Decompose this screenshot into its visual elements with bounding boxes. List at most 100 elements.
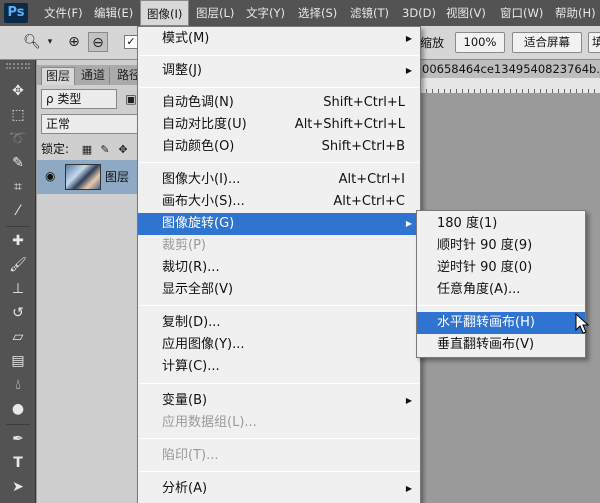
menu-item-apply-image[interactable]: 应用图像(Y)... [138,334,420,356]
menu-item-auto-color[interactable]: 自动颜色(O) Shift+Ctrl+B [138,136,420,158]
crop-icon[interactable]: ⌗ [7,176,29,198]
zoom-100-button[interactable]: 100% [455,32,505,53]
chevron-down-icon[interactable]: ▾ [40,32,60,52]
zoom-in-icon[interactable]: ⊕ [64,32,84,52]
path-select-icon[interactable]: ➤ [7,476,29,498]
marquee-icon[interactable]: ⬚ [7,104,29,126]
menu-view[interactable]: 视图(V) [446,0,486,26]
blend-mode-select[interactable]: 正常 [41,114,143,134]
menu-layer[interactable]: 图层(L) [196,0,234,26]
dodge-icon[interactable]: ● [7,398,29,420]
search-icon[interactable]: 🔍︎ [22,32,42,52]
menu-select[interactable]: 选择(S) [298,0,337,26]
lock-paint-icon[interactable]: ✎ [95,140,115,160]
menu-item-reveal-all[interactable]: 显示全部(V) [138,279,420,301]
toolbar-grip[interactable] [6,63,30,69]
menu-separator [139,438,419,439]
blur-icon[interactable]: 💧︎ [7,374,29,396]
menu-image[interactable]: 图像(I) [140,0,190,26]
menu-item-label: 分析(A) [162,481,208,496]
brush-icon[interactable]: 🖌︎ [7,254,29,276]
menu-item-trap[interactable]: 陷印(T)... [138,445,420,467]
menu-item-adjustments[interactable]: 调整(J) ▶ [138,60,420,82]
menu-item-mode[interactable]: 模式(M) ▶ [138,28,420,50]
layer-thumbnail [65,164,101,190]
menu-separator [139,383,419,384]
tools-panel: ✥ ⬚ ➰ ✎ ⌗ ⁄ ✚ 🖌︎ ⊥ ↺ ▱ ▤ 💧︎ ● ✒ T ➤ [0,60,36,503]
menu-item-rotate-90-cw[interactable]: 顺时针 90 度(9) [417,235,585,257]
submenu-arrow-icon: ▶ [405,396,412,405]
menu-item-flip-horizontal[interactable]: 水平翻转画布(H) [417,312,585,334]
layer-row[interactable]: ◉ 图层 [37,160,147,194]
eraser-icon[interactable]: ▱ [7,326,29,348]
menu-3d[interactable]: 3D(D) [402,0,436,26]
menu-filter[interactable]: 滤镜(T) [350,0,389,26]
menu-item-label: 应用数据组(L)... [162,415,257,430]
menu-item-arbitrary-angle[interactable]: 任意角度(A)... [417,279,585,301]
photoshop-logo: Ps [4,3,28,23]
layer-name[interactable]: 图层 [105,168,129,185]
submenu-arrow-icon: ▶ [405,484,412,493]
menu-item-label: 画布大小(S)... [162,194,245,209]
menu-separator [418,305,584,306]
menu-item-label: 显示全部(V) [162,282,234,297]
toolbar-divider [6,226,30,227]
fill-screen-button[interactable]: 填 [588,32,600,53]
panel-tabs: 图层 通道 路径 [37,65,147,85]
menu-item-flip-vertical[interactable]: 垂直翻转画布(V) [417,334,585,356]
menu-item-crop[interactable]: 裁剪(P) [138,235,420,257]
submenu-arrow-icon: ▶ [405,34,412,43]
menu-item-label: 顺时针 90 度(9) [437,238,533,253]
menu-separator [139,87,419,88]
lock-label: 锁定: [41,142,70,156]
menu-type[interactable]: 文字(Y) [246,0,285,26]
menu-item-analysis[interactable]: 分析(A) ▶ [138,478,420,500]
quick-select-icon[interactable]: ✎ [7,152,29,174]
history-brush-icon[interactable]: ↺ [7,302,29,324]
menu-item-calculations[interactable]: 计算(C)... [138,356,420,378]
lock-move-icon[interactable]: ✥ [113,140,133,160]
menu-item-rotate-180[interactable]: 180 度(1) [417,213,585,235]
menu-item-shortcut: Shift+Ctrl+B [321,139,405,154]
zoom-out-icon[interactable]: ⊖ [88,32,108,52]
menu-separator [139,162,419,163]
tab-layers[interactable]: 图层 [41,67,76,85]
menu-item-label: 模式(M) [162,31,210,46]
menu-window[interactable]: 窗口(W) [500,0,543,26]
lasso-icon[interactable]: ➰ [7,128,29,150]
menu-edit[interactable]: 编辑(E) [94,0,133,26]
menu-item-image-rotation[interactable]: 图像旋转(G) ▶ [138,213,420,235]
submenu-arrow-icon: ▶ [405,219,412,228]
menu-item-label: 逆时针 90 度(0) [437,260,533,275]
menu-separator [139,55,419,56]
pen-icon[interactable]: ✒ [7,428,29,450]
menu-item-label: 自动颜色(O) [162,139,235,154]
layer-filter-select[interactable]: ρ 类型 [41,89,117,109]
menu-item-auto-contrast[interactable]: 自动对比度(U) Alt+Shift+Ctrl+L [138,114,420,136]
clone-stamp-icon[interactable]: ⊥ [7,278,29,300]
menu-item-trim[interactable]: 裁切(R)... [138,257,420,279]
menu-item-auto-tone[interactable]: 自动色调(N) Shift+Ctrl+L [138,92,420,114]
menu-item-apply-data-set[interactable]: 应用数据组(L)... [138,412,420,434]
menu-item-label: 任意角度(A)... [437,282,521,297]
menu-item-canvas-size[interactable]: 画布大小(S)... Alt+Ctrl+C [138,191,420,213]
menu-item-image-size[interactable]: 图像大小(I)... Alt+Ctrl+I [138,169,420,191]
eyedropper-icon[interactable]: ⁄ [7,200,29,222]
eye-icon[interactable]: ◉ [45,169,55,183]
document-tab[interactable]: 00658464ce1349540823764b.jpg.png [420,60,600,78]
menu-help[interactable]: 帮助(H) [555,0,596,26]
resize-windows-checkbox[interactable]: ✓ [124,35,138,49]
type-icon[interactable]: T [7,452,29,474]
move-icon[interactable]: ✥ [7,80,29,102]
menu-file[interactable]: 文件(F) [44,0,83,26]
menu-item-rotate-90-ccw[interactable]: 逆时针 90 度(0) [417,257,585,279]
cursor-arrow-icon [575,313,589,334]
lock-transparent-icon[interactable]: ▦ [77,140,97,160]
menu-item-duplicate[interactable]: 复制(D)... [138,312,420,334]
fit-screen-button[interactable]: 适合屏幕 [512,32,582,53]
menu-item-label: 180 度(1) [437,216,498,231]
healing-brush-icon[interactable]: ✚ [7,230,29,252]
menu-item-variables[interactable]: 变量(B) ▶ [138,390,420,412]
gradient-icon[interactable]: ▤ [7,350,29,372]
tab-channels[interactable]: 通道 [77,67,111,85]
